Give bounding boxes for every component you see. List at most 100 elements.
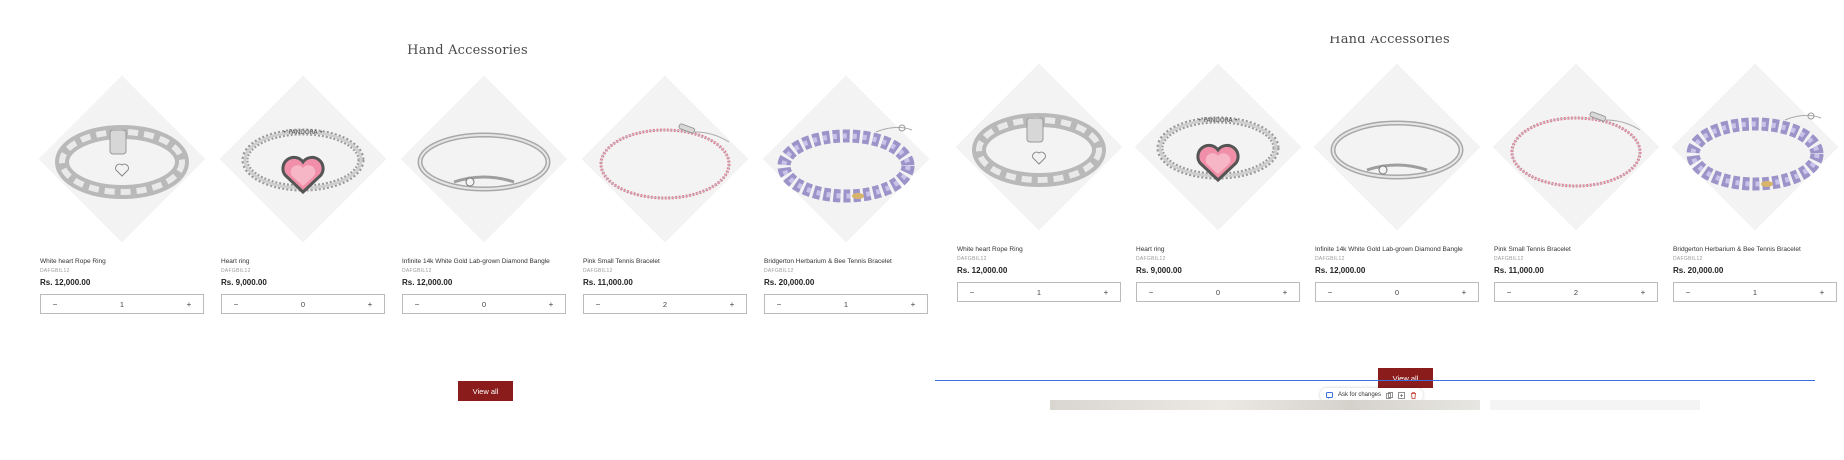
- quantity-value[interactable]: 1: [978, 288, 1100, 297]
- product-sku: DAFGBIL12: [1494, 256, 1524, 262]
- product-image[interactable]: • PANDORA •: [1134, 50, 1302, 246]
- product-card[interactable]: • PANDORA • Heart ring DAFGBIL12 Rs. 9,0…: [1134, 50, 1302, 302]
- quantity-value[interactable]: 0: [1336, 288, 1458, 297]
- duplicate-icon[interactable]: [1398, 391, 1405, 399]
- bangle-image: [414, 110, 554, 210]
- product-name[interactable]: Pink Small Tennis Bracelet: [583, 258, 747, 265]
- product-image[interactable]: [1492, 50, 1660, 246]
- tennis-bracelet-image: [595, 110, 735, 210]
- decrement-button[interactable]: −: [230, 300, 242, 309]
- product-name[interactable]: Heart ring: [221, 258, 385, 265]
- product-price: Rs. 12,000.00: [1315, 266, 1366, 275]
- tennis-bracelet-image: [1506, 98, 1646, 198]
- decrement-button[interactable]: −: [773, 300, 785, 309]
- quantity-stepper[interactable]: − 0 +: [1315, 282, 1479, 302]
- quantity-stepper[interactable]: − 2 +: [583, 294, 747, 314]
- increment-button[interactable]: +: [907, 300, 919, 309]
- increment-button[interactable]: +: [726, 300, 738, 309]
- product-price: Rs. 9,000.00: [1136, 266, 1182, 275]
- product-name[interactable]: Pink Small Tennis Bracelet: [1494, 246, 1658, 253]
- product-card[interactable]: Infinite 14k White Gold Lab-grown Diamon…: [400, 62, 568, 314]
- increment-button[interactable]: +: [183, 300, 195, 309]
- svg-text:• PANDORA •: • PANDORA •: [283, 129, 323, 136]
- increment-button[interactable]: +: [1279, 288, 1291, 297]
- product-image[interactable]: [762, 62, 930, 258]
- quantity-stepper[interactable]: − 1 +: [764, 294, 928, 314]
- quantity-value[interactable]: 0: [1157, 288, 1279, 297]
- product-price: Rs. 20,000.00: [764, 278, 815, 287]
- increment-button[interactable]: +: [1816, 288, 1828, 297]
- decrement-button[interactable]: −: [1503, 288, 1515, 297]
- decrement-button[interactable]: −: [1324, 288, 1336, 297]
- product-name[interactable]: White heart Rope Ring: [957, 246, 1121, 253]
- view-all-button[interactable]: View all: [1378, 368, 1433, 388]
- product-card[interactable]: Bridgerton Herbarium & Bee Tennis Bracel…: [762, 62, 930, 314]
- product-image[interactable]: • PANDORA •: [219, 62, 387, 258]
- decrement-button[interactable]: −: [592, 300, 604, 309]
- view-all-button[interactable]: View all: [458, 381, 513, 401]
- product-price: Rs. 11,000.00: [1494, 266, 1544, 275]
- product-sku: DAFGBIL12: [402, 268, 432, 274]
- quantity-value[interactable]: 2: [1515, 288, 1637, 297]
- product-card[interactable]: Infinite 14k White Gold Lab-grown Diamon…: [1313, 50, 1481, 302]
- quantity-value[interactable]: 1: [61, 300, 183, 309]
- copy-icon[interactable]: [1386, 391, 1393, 399]
- quantity-stepper[interactable]: − 0 +: [221, 294, 385, 314]
- quantity-value[interactable]: 1: [1694, 288, 1816, 297]
- quantity-value[interactable]: 0: [423, 300, 545, 309]
- product-sku: DAFGBIL12: [1673, 256, 1703, 262]
- decrement-button[interactable]: −: [49, 300, 61, 309]
- quantity-stepper[interactable]: − 0 +: [402, 294, 566, 314]
- decrement-button[interactable]: −: [966, 288, 978, 297]
- product-name[interactable]: Heart ring: [1136, 246, 1300, 253]
- product-card[interactable]: Pink Small Tennis Bracelet DAFGBIL12 Rs.…: [581, 62, 749, 314]
- trash-icon[interactable]: [1410, 391, 1417, 399]
- quantity-value[interactable]: 2: [604, 300, 726, 309]
- product-image[interactable]: [400, 62, 568, 258]
- product-price: Rs. 12,000.00: [40, 278, 91, 287]
- increment-button[interactable]: +: [545, 300, 557, 309]
- product-image[interactable]: [1671, 50, 1839, 246]
- product-card[interactable]: Pink Small Tennis Bracelet DAFGBIL12 Rs.…: [1492, 50, 1660, 302]
- svg-text:• PANDORA •: • PANDORA •: [1198, 117, 1238, 124]
- product-name[interactable]: Bridgerton Herbarium & Bee Tennis Bracel…: [1673, 246, 1837, 253]
- product-image[interactable]: [581, 62, 749, 258]
- product-name[interactable]: Infinite 14k White Gold Lab-grown Diamon…: [402, 258, 566, 265]
- decrement-button[interactable]: −: [411, 300, 423, 309]
- quantity-stepper[interactable]: − 2 +: [1494, 282, 1658, 302]
- herbarium-bracelet-image: [776, 110, 916, 210]
- product-name[interactable]: Bridgerton Herbarium & Bee Tennis Bracel…: [764, 258, 928, 265]
- increment-button[interactable]: +: [1637, 288, 1649, 297]
- product-image[interactable]: [1313, 50, 1481, 246]
- product-card[interactable]: White heart Rope Ring DAFGBIL12 Rs. 12,0…: [38, 62, 206, 314]
- quantity-value[interactable]: 0: [242, 300, 364, 309]
- product-card[interactable]: Bridgerton Herbarium & Bee Tennis Bracel…: [1671, 50, 1839, 302]
- ask-for-changes-label[interactable]: Ask for changes: [1338, 392, 1381, 398]
- section-title: Hand Accessories: [1329, 36, 1450, 47]
- product-name[interactable]: White heart Rope Ring: [40, 258, 204, 265]
- quantity-stepper[interactable]: − 1 +: [40, 294, 204, 314]
- decrement-button[interactable]: −: [1682, 288, 1694, 297]
- product-name[interactable]: Infinite 14k White Gold Lab-grown Diamon…: [1315, 246, 1479, 253]
- product-sku: DAFGBIL12: [221, 268, 251, 274]
- increment-button[interactable]: +: [1100, 288, 1112, 297]
- product-image[interactable]: [955, 50, 1123, 246]
- decrement-button[interactable]: −: [1145, 288, 1157, 297]
- quantity-stepper[interactable]: − 0 +: [1136, 282, 1300, 302]
- product-price: Rs. 12,000.00: [402, 278, 453, 287]
- quantity-stepper[interactable]: − 1 +: [1673, 282, 1837, 302]
- heart-ring-image: • PANDORA •: [1148, 98, 1288, 198]
- selection-outline: [935, 380, 1815, 381]
- increment-button[interactable]: +: [1458, 288, 1470, 297]
- product-sku: DAFGBIL12: [1136, 256, 1166, 262]
- heart-ring-image: • PANDORA •: [233, 110, 373, 210]
- quantity-value[interactable]: 1: [785, 300, 907, 309]
- product-card[interactable]: • PANDORA • Heart ring DAFGBIL12 Rs. 9,0…: [219, 62, 387, 314]
- product-sku: DAFGBIL12: [957, 256, 987, 262]
- increment-button[interactable]: +: [364, 300, 376, 309]
- chat-icon[interactable]: [1326, 391, 1333, 399]
- product-image[interactable]: [38, 62, 206, 258]
- quantity-stepper[interactable]: − 1 +: [957, 282, 1121, 302]
- product-card[interactable]: White heart Rope Ring DAFGBIL12 Rs. 12,0…: [955, 50, 1123, 302]
- product-sku: DAFGBIL12: [40, 268, 70, 274]
